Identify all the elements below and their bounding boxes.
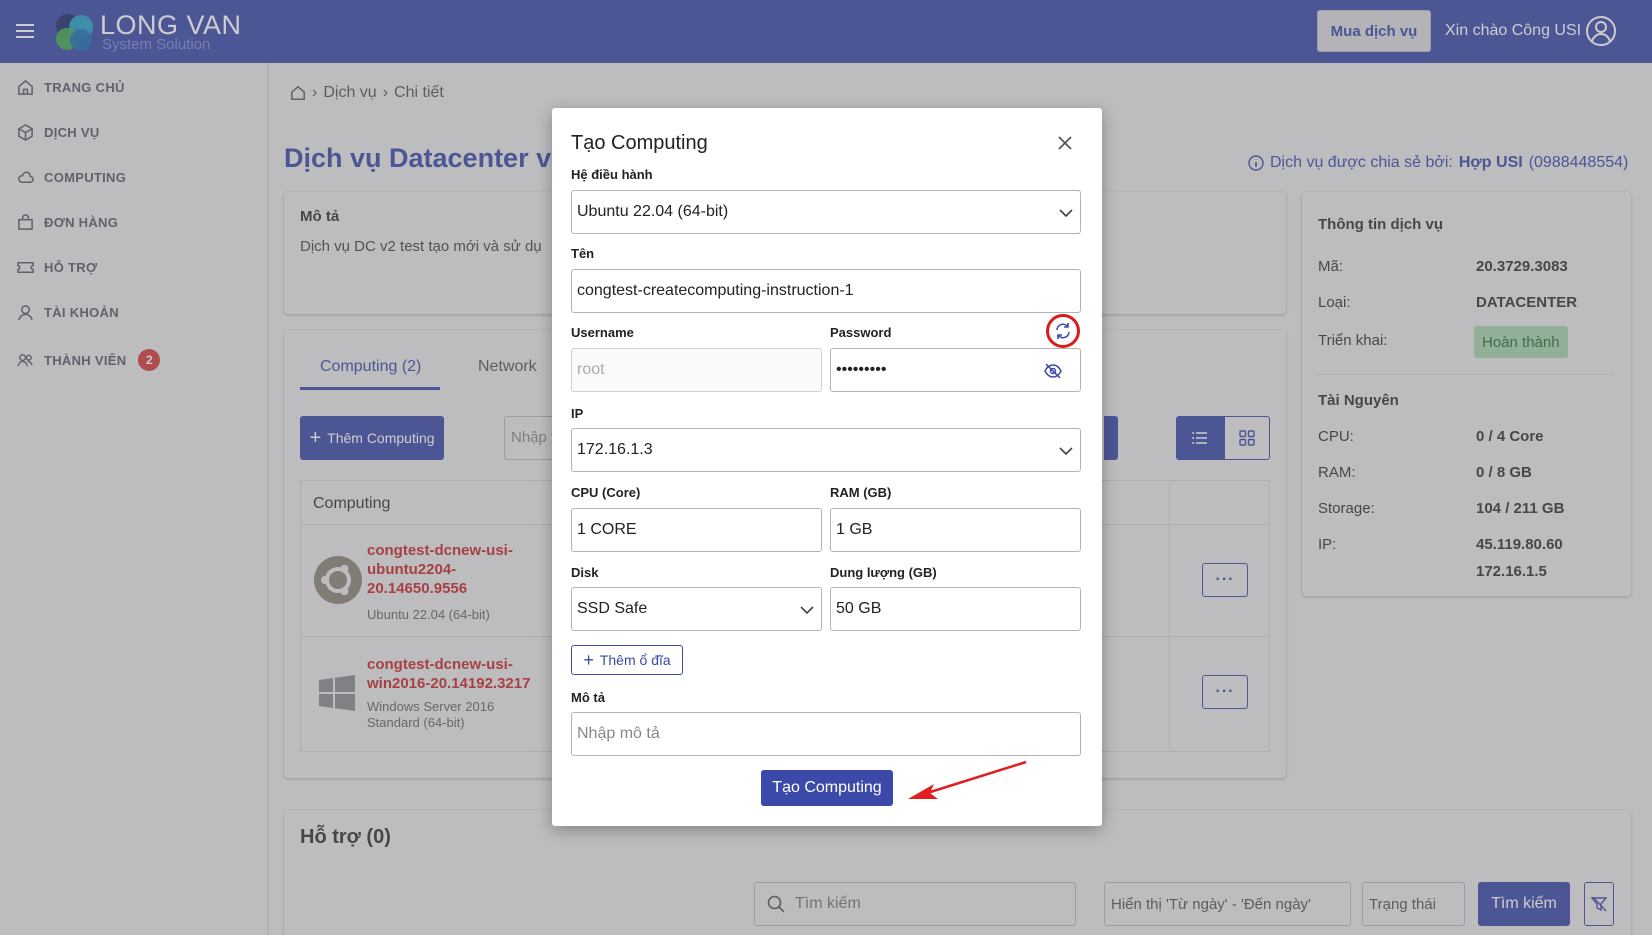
regenerate-password-button[interactable] [1046,314,1080,348]
add-disk-button[interactable]: + Thêm ổ đĩa [571,645,683,675]
ram-input[interactable] [836,521,1075,539]
eye-off-icon[interactable] [1044,362,1062,380]
create-computing-dialog: Tạo Computing Hệ điều hành Ubuntu 22.04 … [552,108,1102,826]
create-computing-button[interactable]: Tạo Computing [761,770,893,806]
chevron-down-icon [1059,447,1073,456]
chevron-down-icon [800,606,814,615]
cpu-input[interactable] [577,521,816,539]
description-input[interactable] [577,725,1075,743]
password-label: Password [830,325,892,340]
name-input[interactable] [577,282,1075,300]
disk-selected-value: SSD Safe [577,600,648,617]
add-disk-label: Thêm ổ đĩa [599,652,671,668]
close-icon[interactable] [1055,133,1075,153]
ip-selected-value: 172.16.1.3 [577,441,653,458]
annotation-arrow-icon [908,760,1027,799]
capacity-label: Dung lượng (GB) [830,565,937,580]
chevron-down-icon [1059,209,1073,218]
description-field[interactable] [571,712,1081,756]
disk-select[interactable]: SSD Safe [571,587,822,631]
os-selected-value: Ubuntu 22.04 (64-bit) [577,203,729,220]
capacity-field[interactable] [830,587,1081,631]
capacity-input[interactable] [836,600,1075,618]
disk-label: Disk [571,565,599,580]
password-input[interactable] [836,361,1075,379]
ip-select[interactable]: 172.16.1.3 [571,428,1081,472]
username-label: Username [571,325,634,340]
plus-icon: + [583,650,594,670]
ram-label: RAM (GB) [830,485,892,500]
username-field: root [571,348,822,392]
ram-field[interactable] [830,508,1081,552]
username-value: root [577,361,605,378]
cpu-field[interactable] [571,508,822,552]
ip-label: IP [571,406,584,421]
dialog-title: Tạo Computing [571,132,708,154]
password-field[interactable] [830,348,1081,392]
description-label: Mô tả [571,690,605,705]
cpu-label: CPU (Core) [571,485,641,500]
refresh-icon [1056,323,1070,339]
name-label: Tên [571,246,595,261]
name-field[interactable] [571,269,1081,313]
os-select[interactable]: Ubuntu 22.04 (64-bit) [571,190,1081,234]
os-label: Hệ điều hành [571,167,653,182]
